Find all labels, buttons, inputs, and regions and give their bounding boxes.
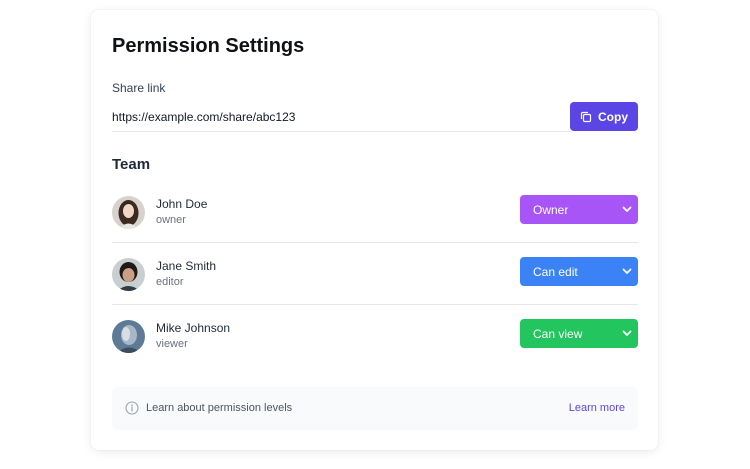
member-role: viewer <box>156 338 188 350</box>
copy-button[interactable]: Copy <box>570 102 638 131</box>
avatar <box>112 258 145 291</box>
member-name: John Doe <box>156 197 208 211</box>
chevron-down-icon <box>622 330 632 336</box>
member-role: editor <box>156 276 184 288</box>
avatar <box>112 196 145 229</box>
learn-more-link[interactable]: Learn more <box>569 402 625 414</box>
page-title: Permission Settings <box>112 35 305 57</box>
permission-select[interactable]: Owner <box>520 195 638 224</box>
chevron-down-icon <box>622 206 632 212</box>
permission-select[interactable]: Can view <box>520 319 638 348</box>
member-role: owner <box>156 214 186 226</box>
permission-select-value: Can view <box>533 326 583 341</box>
member-row-jane-smith: Jane Smith editor Can edit <box>112 244 638 305</box>
permission-select[interactable]: Can edit <box>520 257 638 286</box>
copy-button-label: Copy <box>598 109 628 124</box>
member-row-mike-johnson: Mike Johnson viewer Can view <box>112 306 638 367</box>
share-link-input[interactable] <box>112 102 571 132</box>
member-row-john-doe: John Doe owner Owner <box>112 182 638 243</box>
share-link-label: Share link <box>112 81 166 95</box>
info-icon <box>125 401 139 415</box>
member-name: Jane Smith <box>156 259 217 273</box>
copy-icon <box>580 111 592 122</box>
footer-text: Learn about permission levels <box>146 402 293 414</box>
member-name: Mike Johnson <box>156 321 231 335</box>
permission-settings-card: Permission Settings Share link Copy Team… <box>91 10 658 450</box>
team-heading: Team <box>112 156 151 173</box>
avatar <box>112 320 145 353</box>
chevron-down-icon <box>622 268 632 274</box>
permission-select-value: Owner <box>533 202 569 217</box>
permission-info-footer: Learn about permission levels Learn more <box>112 387 638 430</box>
permission-select-value: Can edit <box>533 264 578 279</box>
